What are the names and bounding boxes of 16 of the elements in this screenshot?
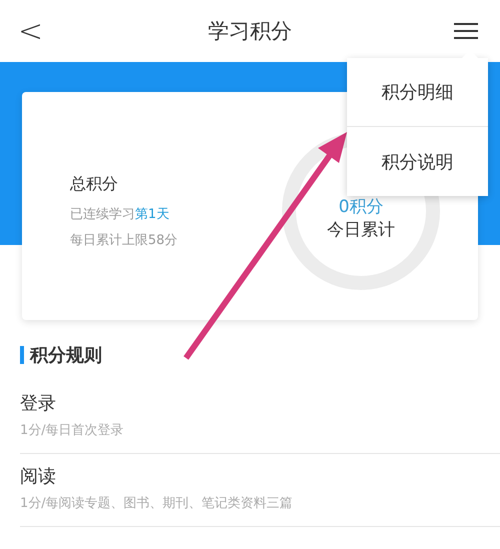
section-title: 积分规则 — [30, 344, 102, 367]
rule-detail: 1分/每阅读专题、图书、期刊、笔记类资料三篇 — [20, 495, 294, 512]
streak-text: 已连续学习第1天 — [70, 206, 170, 222]
total-points-label: 总积分 — [70, 174, 119, 194]
menu-icon[interactable] — [454, 22, 478, 40]
back-button[interactable]: < — [0, 14, 60, 48]
section-marker — [20, 346, 24, 364]
page-title: 学习积分 — [207, 18, 293, 45]
rule-name: 登录 — [20, 392, 57, 415]
daily-limit-text: 每日累计上限58分 — [70, 232, 178, 248]
today-points: 0积分 — [338, 196, 384, 218]
menu-item[interactable]: 积分说明 — [347, 127, 488, 196]
rule-name: 阅读 — [20, 465, 57, 488]
today-label: 今日累计 — [327, 219, 395, 241]
rule-detail: 1分/每日首次登录 — [20, 422, 125, 439]
menu-item[interactable]: 积分明细 — [347, 58, 488, 127]
